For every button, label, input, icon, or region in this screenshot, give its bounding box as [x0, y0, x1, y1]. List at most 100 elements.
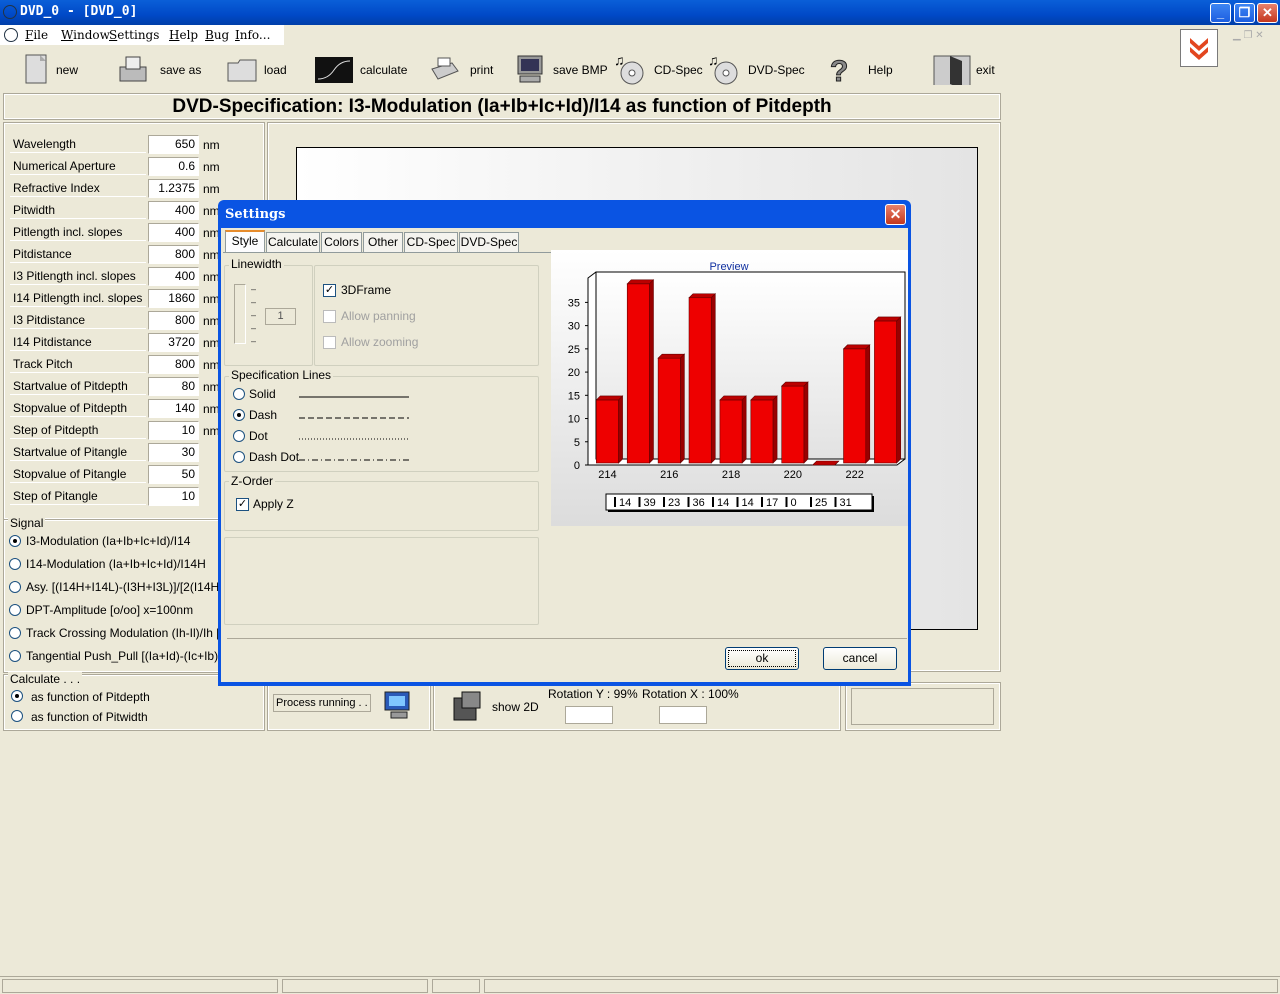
signal-radio[interactable]: [9, 650, 21, 662]
param-input[interactable]: 1860: [148, 289, 199, 308]
option-checkbox[interactable]: [323, 336, 336, 349]
signal-radio[interactable]: [9, 581, 21, 593]
restore-button[interactable]: ❐: [1234, 3, 1255, 23]
param-input[interactable]: 650: [148, 135, 199, 154]
ok-button[interactable]: ok: [725, 647, 799, 670]
spec-line-label: Dash: [249, 408, 278, 422]
param-label: Stopvalue of Pitdepth: [10, 400, 146, 417]
linewidth-trackbar[interactable]: [234, 284, 246, 344]
calculate-radio[interactable]: [11, 710, 23, 722]
signal-radio[interactable]: [9, 627, 21, 639]
param-input[interactable]: 400: [148, 223, 199, 242]
printer-icon: [431, 57, 459, 80]
close-button[interactable]: ✕: [1257, 3, 1278, 23]
zorder-title: Z-Order: [229, 474, 275, 488]
bar-side: [710, 293, 716, 464]
param-input[interactable]: 10: [148, 421, 199, 440]
new-button[interactable]: new: [22, 50, 102, 92]
line-style-sample: [299, 396, 409, 398]
dialog-title: Settings: [225, 207, 286, 222]
option-checkbox[interactable]: ✓: [323, 284, 336, 297]
param-input[interactable]: 3720: [148, 333, 199, 352]
param-input[interactable]: 400: [148, 267, 199, 286]
menu-window[interactable]: Window: [61, 28, 110, 42]
tab-other[interactable]: Other: [363, 232, 403, 252]
cancel-button[interactable]: cancel: [823, 647, 897, 670]
bar-top: [750, 395, 778, 401]
mdi-child-icon[interactable]: [4, 28, 18, 42]
save-as-button[interactable]: save as: [118, 50, 208, 92]
spec-line-radio[interactable]: [233, 430, 245, 442]
legend-value: 17: [766, 497, 778, 509]
rotation-x-slider[interactable]: [659, 706, 707, 724]
bar-top: [626, 279, 655, 285]
print-button[interactable]: print: [428, 50, 498, 92]
param-input[interactable]: 10: [148, 487, 199, 506]
menu-settings[interactable]: Settings: [109, 28, 159, 42]
save-bmp-button[interactable]: save BMP: [514, 50, 609, 92]
signal-radio[interactable]: [9, 604, 21, 616]
show-2d-label[interactable]: show 2D: [492, 700, 539, 714]
menu-file[interactable]: File: [25, 28, 48, 42]
status-cell-1: [2, 979, 278, 993]
load-button[interactable]: load: [226, 50, 296, 92]
legend-marker: [761, 497, 763, 507]
rotation-y-slider[interactable]: [565, 706, 613, 724]
status-cell-2: [282, 979, 428, 993]
param-input[interactable]: 800: [148, 245, 199, 264]
signal-radio[interactable]: [9, 535, 21, 547]
y-tick-label: 10: [568, 414, 580, 426]
info-box: [851, 688, 994, 725]
spec-line-radio[interactable]: [233, 388, 245, 400]
exit-button[interactable]: exit: [930, 50, 996, 92]
app-icon[interactable]: [3, 5, 17, 19]
y-tick-label: 25: [568, 344, 580, 356]
dialog-close-button[interactable]: ✕: [885, 204, 906, 225]
legend-marker: [810, 497, 812, 507]
param-input[interactable]: 1.2375: [148, 179, 199, 198]
spec-line-radio[interactable]: [233, 451, 245, 463]
param-input[interactable]: 50: [148, 465, 199, 484]
bar: [596, 399, 619, 464]
button-separator: [227, 638, 907, 639]
chevron-double-down-icon[interactable]: [1180, 29, 1218, 67]
minimize-button[interactable]: _: [1210, 3, 1231, 23]
show-2d-icon[interactable]: [450, 690, 486, 724]
tab-colors[interactable]: Colors: [321, 232, 362, 252]
signal-radio[interactable]: [9, 558, 21, 570]
tab-cd-spec[interactable]: CD-Spec: [404, 232, 458, 252]
signal-option-label: Asy. [(I14H+I14L)-(I3H+I3L)]/[2(I14H-I14…: [26, 580, 220, 594]
dvd-spec-button[interactable]: ♫ DVD-Spec: [708, 50, 805, 92]
x-tick-label: 220: [784, 469, 802, 481]
dialog-body: Style Calculate Colors Other CD-Spec DVD…: [221, 228, 908, 682]
linewidth-ticks: – – – – –: [251, 284, 257, 346]
calculate-radio[interactable]: [11, 690, 23, 702]
param-input[interactable]: 0.6: [148, 157, 199, 176]
option-checkbox[interactable]: [323, 310, 336, 323]
param-label: Track Pitch: [10, 356, 146, 373]
legend-marker: [687, 497, 690, 507]
tab-calculate[interactable]: Calculate: [266, 232, 320, 252]
spec-line-radio[interactable]: [233, 409, 245, 421]
tab-dvd-spec[interactable]: DVD-Spec: [459, 232, 519, 252]
computer-icon[interactable]: [381, 690, 415, 720]
bar-side: [803, 381, 809, 464]
param-label: Numerical Aperture: [10, 158, 146, 175]
cd-spec-button[interactable]: ♫ CD-Spec: [614, 50, 703, 92]
param-input[interactable]: 140: [148, 399, 199, 418]
menu-info[interactable]: Info...: [235, 28, 270, 42]
apply-z-checkbox[interactable]: ✓: [236, 498, 249, 511]
tab-style[interactable]: Style: [225, 230, 265, 252]
legend-marker: [834, 497, 837, 507]
param-input[interactable]: 800: [148, 311, 199, 330]
line-style-sample: [299, 438, 409, 440]
calculate-button[interactable]: calculate: [314, 50, 414, 92]
y-tick-label: 15: [568, 390, 580, 402]
param-input[interactable]: 30: [148, 443, 199, 462]
menu-bug[interactable]: Bug: [205, 28, 229, 42]
help-button[interactable]: ? Help: [826, 50, 898, 92]
menu-help[interactable]: Help: [169, 28, 198, 42]
param-input[interactable]: 80: [148, 377, 199, 396]
param-input[interactable]: 400: [148, 201, 199, 220]
param-input[interactable]: 800: [148, 355, 199, 374]
